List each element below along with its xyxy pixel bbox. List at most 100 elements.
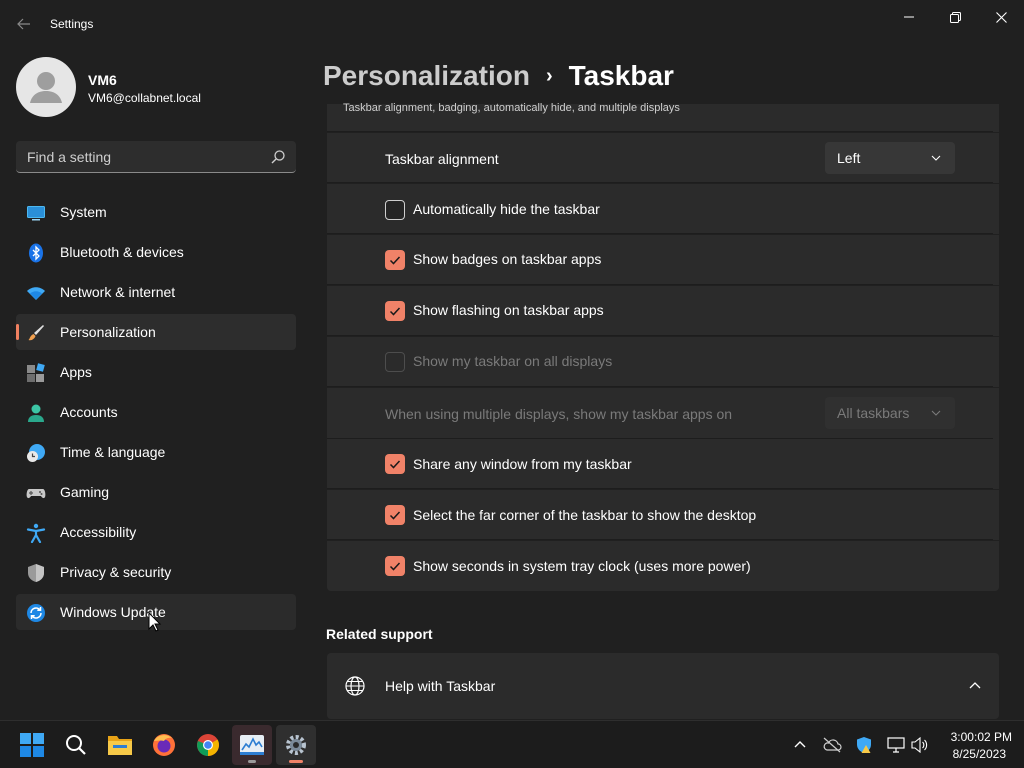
firefox-icon <box>153 734 175 756</box>
divider <box>327 335 993 336</box>
behaviors-subtitle: Taskbar alignment, badging, automaticall… <box>343 102 680 114</box>
alignment-dropdown[interactable]: Left <box>825 142 955 174</box>
network-tray-button[interactable] <box>886 735 906 755</box>
sidebar-nav: System Bluetooth & devices Network & int… <box>16 194 296 634</box>
sidebar-item-time-language[interactable]: Time & language <box>16 434 296 470</box>
close-icon <box>995 11 1007 23</box>
alignment-label: Taskbar alignment <box>385 151 499 167</box>
system-icon <box>27 206 45 221</box>
sidebar-item-label: System <box>60 204 107 220</box>
seconds-label: Show seconds in system tray clock (uses … <box>413 558 751 574</box>
task-manager-button[interactable] <box>232 725 272 765</box>
file-explorer-button[interactable] <box>100 725 140 765</box>
badges-row[interactable]: Show badges on taskbar apps <box>327 235 999 285</box>
multi-display-label: When using multiple displays, show my ta… <box>385 406 733 422</box>
alignment-row: Taskbar alignment Left <box>327 133 999 183</box>
far-corner-checkbox[interactable] <box>385 505 405 525</box>
user-silhouette-icon <box>30 72 62 103</box>
page-title: Taskbar <box>568 60 674 91</box>
search-icon <box>66 735 86 755</box>
chrome-icon <box>197 734 219 756</box>
start-button[interactable] <box>12 725 52 765</box>
back-button[interactable] <box>12 12 36 36</box>
sidebar-item-label: Bluetooth & devices <box>60 244 184 260</box>
breadcrumb-parent[interactable]: Personalization <box>323 60 530 92</box>
mouse-cursor-icon <box>148 612 162 632</box>
flashing-row[interactable]: Show flashing on taskbar apps <box>327 286 999 336</box>
breadcrumb: Personalization › Taskbar <box>323 58 674 94</box>
sidebar-item-bluetooth[interactable]: Bluetooth & devices <box>16 234 296 270</box>
multi-display-dropdown[interactable]: All taskbars <box>825 397 955 429</box>
settings-icon <box>286 735 306 755</box>
settings-taskbar-button[interactable] <box>276 725 316 765</box>
profile-name: VM6 <box>88 72 117 88</box>
minimize-button[interactable] <box>886 0 932 34</box>
sidebar-item-label: Accessibility <box>60 524 137 540</box>
auto-hide-label: Automatically hide the taskbar <box>413 201 600 217</box>
person-icon <box>28 404 44 422</box>
far-corner-label: Select the far corner of the taskbar to … <box>413 507 757 523</box>
windows-start-icon <box>20 733 44 757</box>
sidebar-item-gaming[interactable]: Gaming <box>16 474 296 510</box>
flashing-label: Show flashing on taskbar apps <box>413 302 604 318</box>
speaker-icon <box>911 737 928 753</box>
show-hidden-icons-button[interactable] <box>790 735 810 755</box>
sidebar-item-system[interactable]: System <box>16 194 296 230</box>
divider <box>327 284 993 285</box>
divider <box>327 386 993 387</box>
share-window-row[interactable]: Share any window from my taskbar <box>327 439 999 489</box>
divider <box>327 131 993 132</box>
auto-hide-checkbox[interactable] <box>385 200 405 220</box>
chevron-up-icon <box>794 741 806 748</box>
sidebar-item-privacy-security[interactable]: Privacy & security <box>16 554 296 590</box>
security-tray-button[interactable] <box>854 735 874 755</box>
sidebar-item-label: Personalization <box>60 324 156 340</box>
file-explorer-icon <box>108 736 132 755</box>
sidebar-item-network[interactable]: Network & internet <box>16 274 296 310</box>
clock-time[interactable]: 3:00:02 PM <box>940 730 1012 744</box>
restore-button[interactable] <box>932 0 978 34</box>
taskbar-search-button[interactable] <box>56 725 96 765</box>
brush-icon <box>28 325 44 341</box>
seconds-row[interactable]: Show seconds in system tray clock (uses … <box>327 541 999 591</box>
search-icon[interactable] <box>270 149 286 165</box>
back-arrow-icon <box>17 18 30 30</box>
shield-icon <box>28 564 44 582</box>
volume-tray-button[interactable] <box>910 735 930 755</box>
title-bar: Settings <box>0 0 1024 48</box>
all-displays-checkbox[interactable] <box>385 352 405 372</box>
sidebar-item-personalization[interactable]: Personalization <box>16 314 296 350</box>
sidebar-item-label: Gaming <box>60 484 110 500</box>
search-input[interactable] <box>16 141 266 172</box>
firefox-button[interactable] <box>144 725 184 765</box>
related-support-heading: Related support <box>326 626 433 642</box>
chevron-down-icon <box>931 155 941 161</box>
chrome-button[interactable] <box>188 725 228 765</box>
checkmark-icon <box>389 562 401 571</box>
all-displays-label: Show my taskbar on all displays <box>413 353 613 369</box>
sidebar-item-label: Apps <box>60 364 92 380</box>
auto-hide-row[interactable]: Automatically hide the taskbar <box>327 184 999 234</box>
seconds-checkbox[interactable] <box>385 556 405 576</box>
flashing-checkbox[interactable] <box>385 301 405 321</box>
checkmark-icon <box>389 307 401 316</box>
onedrive-tray-button[interactable] <box>822 735 842 755</box>
sidebar-item-accessibility[interactable]: Accessibility <box>16 514 296 550</box>
avatar[interactable] <box>16 57 76 117</box>
globe-icon <box>345 676 365 696</box>
share-window-checkbox[interactable] <box>385 454 405 474</box>
badges-checkbox[interactable] <box>385 250 405 270</box>
task-manager-icon <box>240 735 264 755</box>
help-with-taskbar-expander[interactable]: Help with Taskbar <box>327 653 999 719</box>
checkmark-icon <box>389 256 401 265</box>
clock-date[interactable]: 8/25/2023 <box>940 747 1006 761</box>
divider <box>327 539 993 540</box>
checkmark-icon <box>389 511 401 520</box>
divider <box>327 488 993 489</box>
sidebar-item-apps[interactable]: Apps <box>16 354 296 390</box>
accessibility-icon <box>26 523 46 543</box>
far-corner-row[interactable]: Select the far corner of the taskbar to … <box>327 490 999 540</box>
close-button[interactable] <box>978 0 1024 34</box>
sidebar-item-accounts[interactable]: Accounts <box>16 394 296 430</box>
profile-email: VM6@collabnet.local <box>88 91 201 105</box>
